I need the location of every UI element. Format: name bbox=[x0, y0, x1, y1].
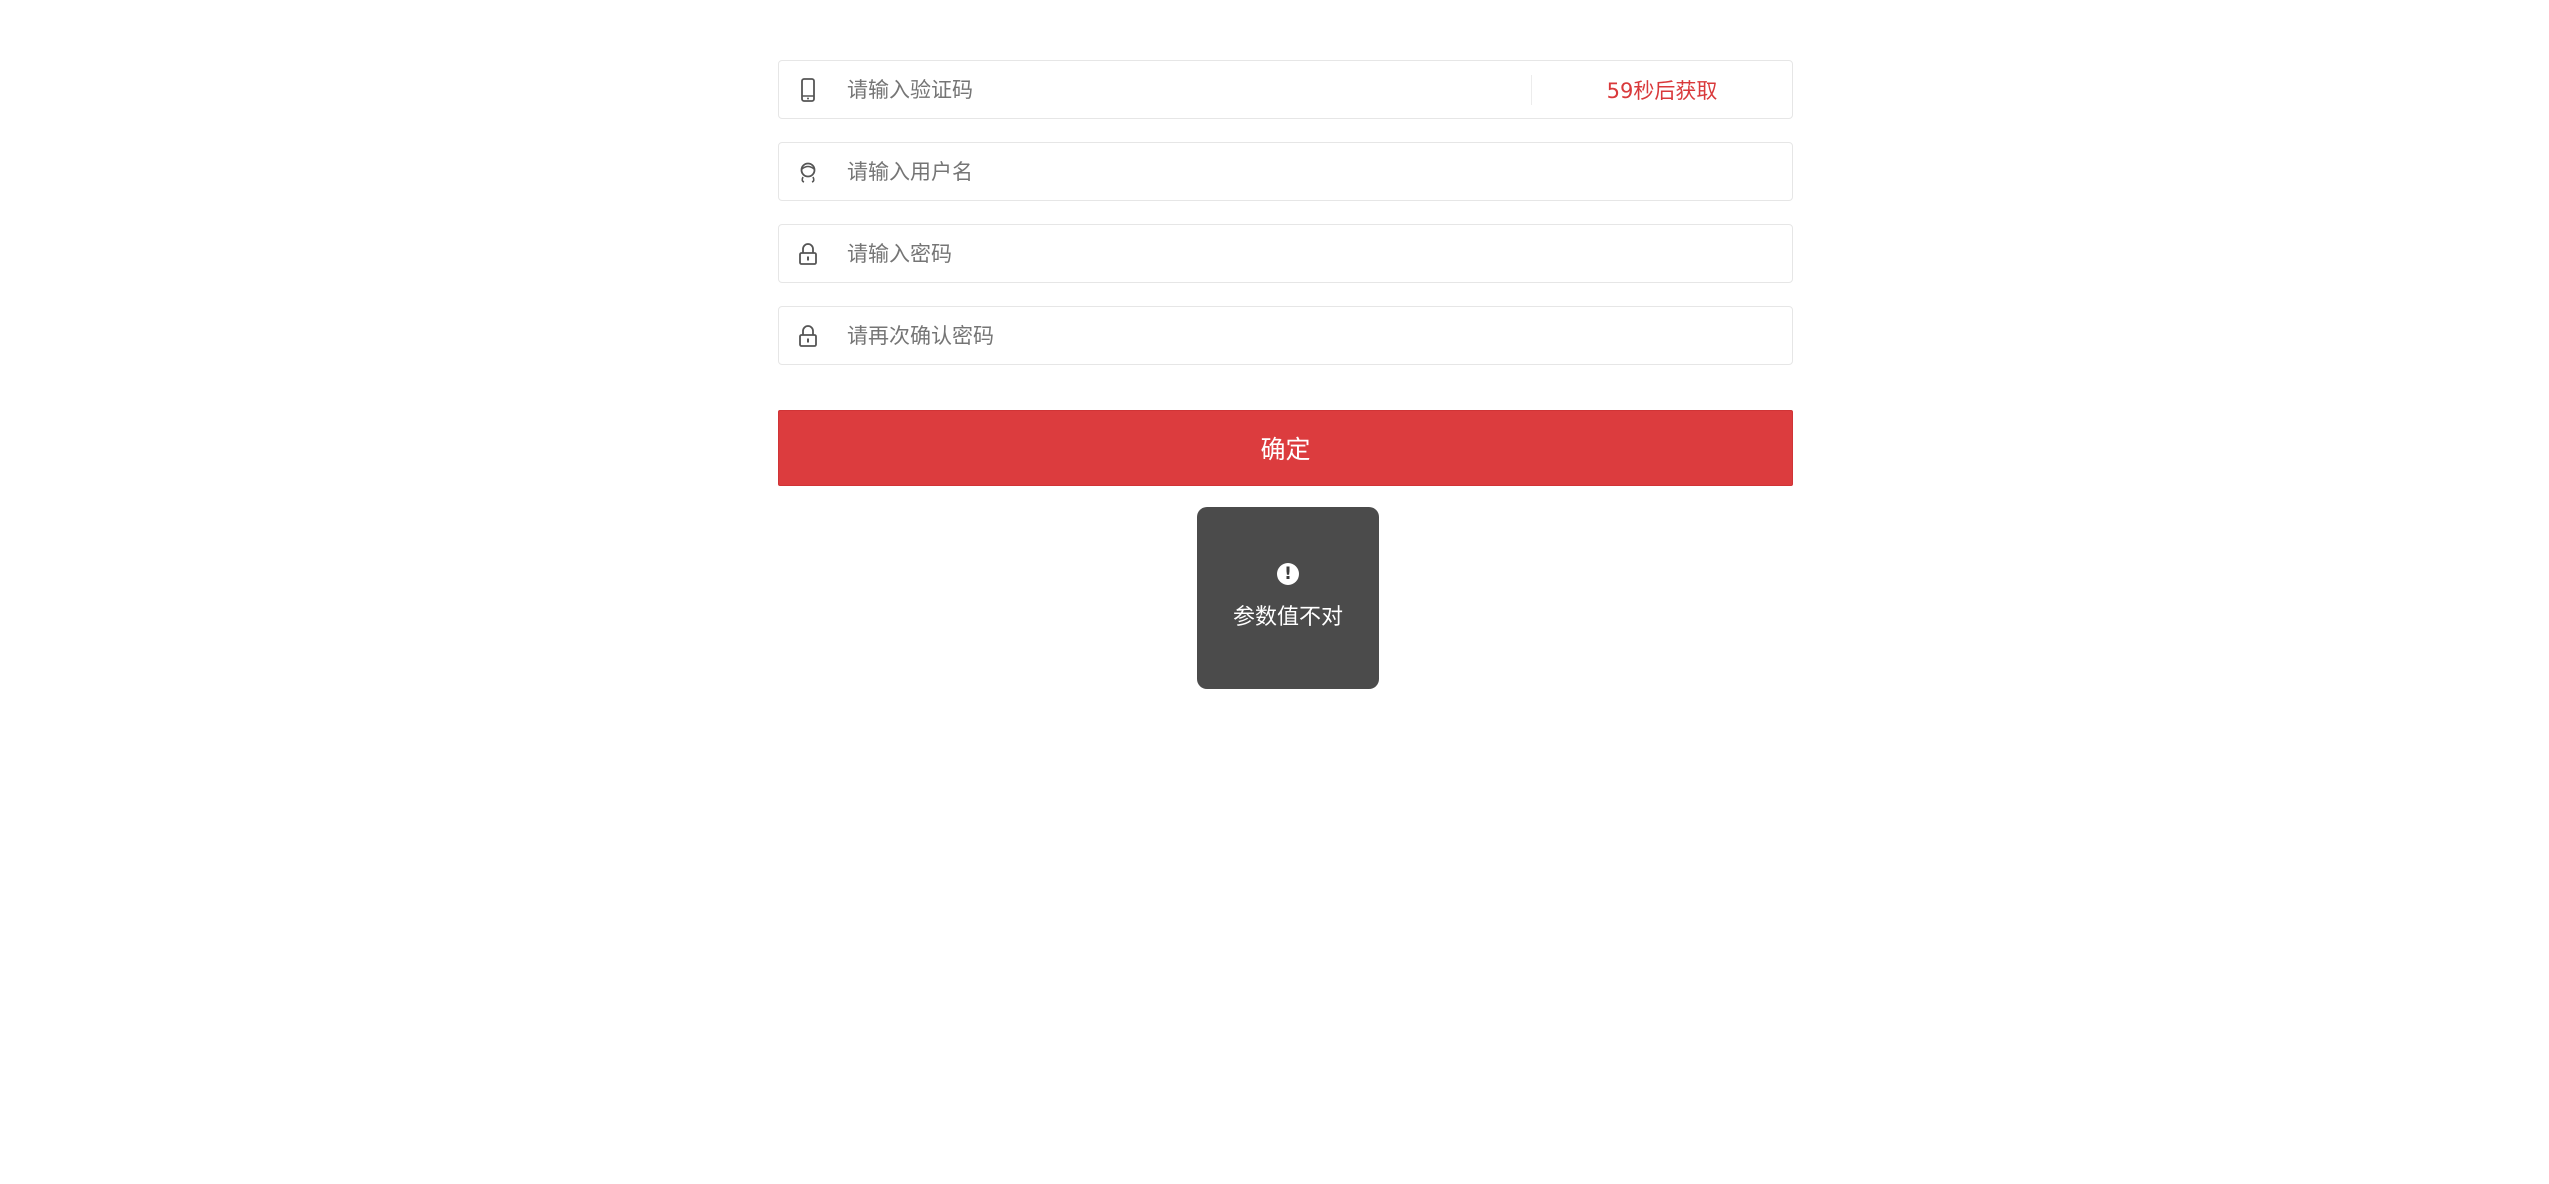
lock-icon bbox=[795, 241, 821, 267]
code-field: 59秒后获取 bbox=[778, 60, 1793, 119]
user-icon bbox=[795, 159, 821, 185]
confirm-password-field bbox=[778, 306, 1793, 365]
username-input[interactable] bbox=[845, 142, 1792, 201]
password-field bbox=[778, 224, 1793, 283]
send-code-button[interactable]: 59秒后获取 bbox=[1532, 75, 1792, 105]
password-input[interactable] bbox=[845, 224, 1792, 283]
register-form: 59秒后获取 bbox=[778, 60, 1793, 486]
error-toast: ! 参数值不对 bbox=[1197, 507, 1379, 689]
phone-icon bbox=[795, 77, 821, 103]
code-input[interactable] bbox=[845, 60, 1531, 119]
exclamation-icon: ! bbox=[1277, 563, 1299, 585]
username-field bbox=[778, 142, 1793, 201]
lock-icon bbox=[795, 323, 821, 349]
confirm-password-input[interactable] bbox=[845, 306, 1792, 365]
toast-message: 参数值不对 bbox=[1232, 605, 1343, 630]
submit-button[interactable]: 确定 bbox=[778, 410, 1793, 486]
